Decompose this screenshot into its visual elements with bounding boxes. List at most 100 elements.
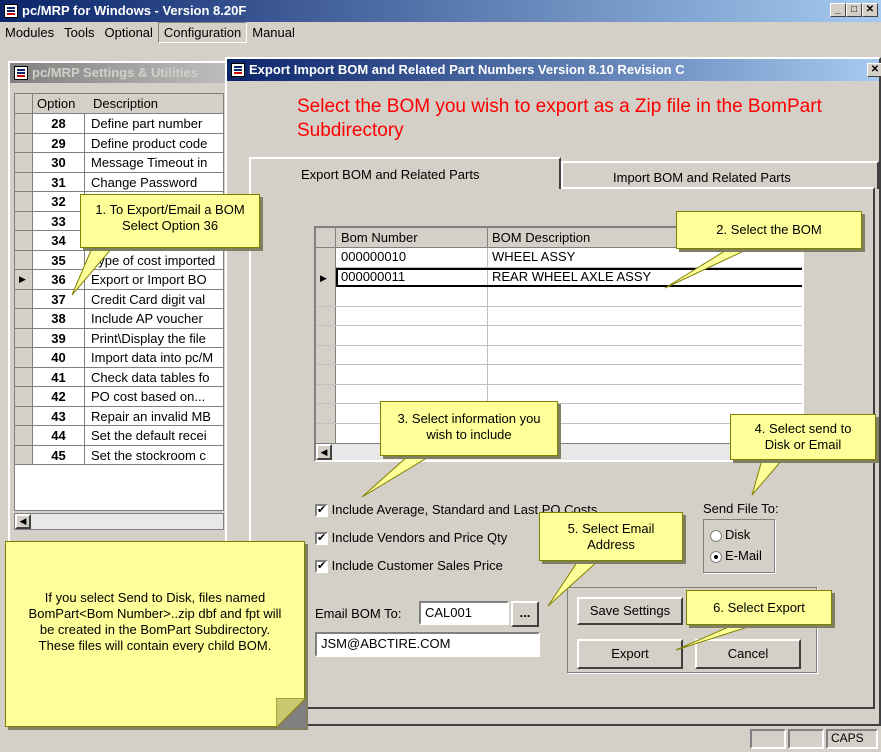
col-description[interactable]: Description <box>93 96 158 111</box>
tab-import[interactable]: Import BOM and Related Parts <box>561 161 879 189</box>
email-address-field[interactable]: JSM@ABCTIRE.COM <box>315 632 540 657</box>
option-number: 44 <box>33 426 85 445</box>
menu-modules[interactable]: Modules <box>0 23 59 42</box>
settings-icon <box>14 66 28 80</box>
option-description: Set the default recei <box>91 428 207 443</box>
row-selector <box>15 328 33 347</box>
note-folded-corner <box>276 698 306 728</box>
email-bom-label: Email BOM To: <box>315 606 402 621</box>
row-selector <box>15 367 33 386</box>
check-vendors[interactable]: Include Vendors and Price Qty <box>315 530 508 546</box>
radio-selected-icon[interactable] <box>710 550 722 563</box>
dialog-heading: Select the BOM you wish to export as a Z… <box>297 96 822 141</box>
email-lookup-button[interactable]: ... <box>511 601 539 627</box>
option-number: 31 <box>33 172 85 191</box>
settings-row[interactable]: 41 Check data tables fo <box>15 367 223 387</box>
settings-window: pc/MRP Settings & Utilities Option Descr… <box>8 61 238 549</box>
tab-import-label: Import BOM and Related Parts <box>613 170 791 185</box>
settings-row[interactable]: 43 Repair an invalid MB <box>15 406 223 426</box>
cancel-button[interactable]: Cancel <box>695 639 801 669</box>
settings-grid: Option Description 28 Define part number … <box>14 93 224 511</box>
tab-export[interactable]: Export BOM and Related Parts <box>249 157 561 189</box>
option-number: 28 <box>33 114 85 133</box>
check-customer-price[interactable]: Include Customer Sales Price <box>315 558 503 574</box>
col-divider <box>487 228 488 248</box>
radio-email-label: E-Mail <box>725 548 762 563</box>
bom-row-selected[interactable]: ▶ 000000011 REAR WHEEL AXLE ASSY <box>320 267 802 287</box>
option-description: Repair an invalid MB <box>91 408 211 424</box>
radio-email[interactable]: E-Mail <box>710 548 762 563</box>
callout-disk-note: If you select Send to Disk, files named … <box>5 541 305 727</box>
settings-row[interactable]: 28 Define part number <box>15 114 223 134</box>
settings-row[interactable]: 30 Message Timeout in <box>15 153 223 173</box>
callout-email-address: 5. Select Email Address <box>539 512 683 561</box>
minimize-button[interactable]: _ <box>830 3 846 17</box>
settings-hscrollbar[interactable]: ◀ <box>14 513 224 530</box>
send-file-label: Send File To: <box>703 501 779 516</box>
callout-select-bom: 2. Select the BOM <box>676 211 862 249</box>
bom-row[interactable]: 000000010 WHEEL ASSY <box>336 248 802 268</box>
menu-bar: Modules Tools Optional Configuration Manual <box>0 22 881 43</box>
menu-tools[interactable]: Tools <box>59 23 99 42</box>
settings-rows: 28 Define part number 29 Define product co… <box>15 114 223 510</box>
option-number: 39 <box>33 328 85 347</box>
status-panel <box>750 729 786 749</box>
radio-icon[interactable] <box>710 529 722 542</box>
row-selector <box>15 250 33 269</box>
email-code-field[interactable]: CAL001 <box>419 601 509 625</box>
row-selector <box>15 172 33 191</box>
settings-row[interactable]: 37 Credit Card digit val <box>15 289 223 309</box>
option-number: 37 <box>33 289 85 308</box>
bom-row-empty <box>316 326 802 346</box>
row-selector <box>15 348 33 367</box>
settings-row[interactable]: 44 Set the default recei <box>15 426 223 446</box>
settings-row[interactable]: 45 Set the stockroom c <box>15 445 223 465</box>
row-selector <box>15 133 33 152</box>
radio-disk[interactable]: Disk <box>710 527 750 542</box>
status-panel <box>788 729 824 749</box>
settings-row[interactable]: 42 PO cost based on... <box>15 387 223 407</box>
checkbox-checked-icon[interactable] <box>315 531 328 546</box>
col-bom-number[interactable]: Bom Number <box>338 229 488 248</box>
option-number: 33 <box>33 211 85 230</box>
settings-row[interactable]: 35 Type of cost imported <box>15 250 223 270</box>
menu-optional[interactable]: Optional <box>100 23 158 42</box>
option-description: Change Password <box>91 174 198 190</box>
bom-row-empty <box>316 307 802 326</box>
close-button[interactable]: ✕ <box>862 3 878 17</box>
settings-row[interactable]: 39 Print\Display the file <box>15 328 223 348</box>
dialog-title: Export Import BOM and Related Part Numbe… <box>249 62 685 77</box>
export-button[interactable]: Export <box>577 639 683 669</box>
scroll-left-button[interactable]: ◀ <box>15 514 31 529</box>
check-vendors-label: Include Vendors and Price Qty <box>331 530 508 545</box>
settings-row-selected[interactable]: ▶ 36 Export or Import BO <box>15 270 223 290</box>
row-selector <box>15 426 33 445</box>
option-description: Export or Import BO <box>91 272 207 287</box>
option-description: Message Timeout in <box>91 155 208 170</box>
col-option[interactable]: Option <box>37 96 75 111</box>
option-number: 32 <box>33 192 85 211</box>
settings-row[interactable]: 38 Include AP voucher <box>15 309 223 329</box>
settings-row[interactable]: 40 Import data into pc/M <box>15 348 223 368</box>
save-settings-button[interactable]: Save Settings <box>577 597 683 625</box>
menu-configuration[interactable]: Configuration <box>157 22 248 43</box>
bom-description-cell: WHEEL ASSY <box>492 249 576 264</box>
row-selector: ▶ <box>15 270 33 289</box>
row-selector <box>15 231 33 250</box>
scroll-left-button[interactable]: ◀ <box>316 444 332 460</box>
header-selector <box>15 94 33 114</box>
settings-row[interactable]: 31 Change Password <box>15 172 223 192</box>
radio-disk-label: Disk <box>725 527 751 542</box>
option-description: Define part number <box>91 116 203 131</box>
checkbox-checked-icon[interactable] <box>315 503 328 518</box>
menu-manual[interactable]: Manual <box>247 23 300 42</box>
row-selector <box>15 289 33 308</box>
option-description: Print\Display the file <box>91 330 206 346</box>
checkbox-checked-icon[interactable] <box>315 559 328 574</box>
maximize-button[interactable]: □ <box>846 3 862 17</box>
settings-row[interactable]: 29 Define product code <box>15 133 223 153</box>
dialog-close-button[interactable]: ✕ <box>867 63 881 77</box>
option-number: 36 <box>33 270 85 289</box>
option-number: 43 <box>33 406 85 425</box>
main-titlebar: pc/MRP for Windows - Version 8.20F <box>0 0 881 22</box>
